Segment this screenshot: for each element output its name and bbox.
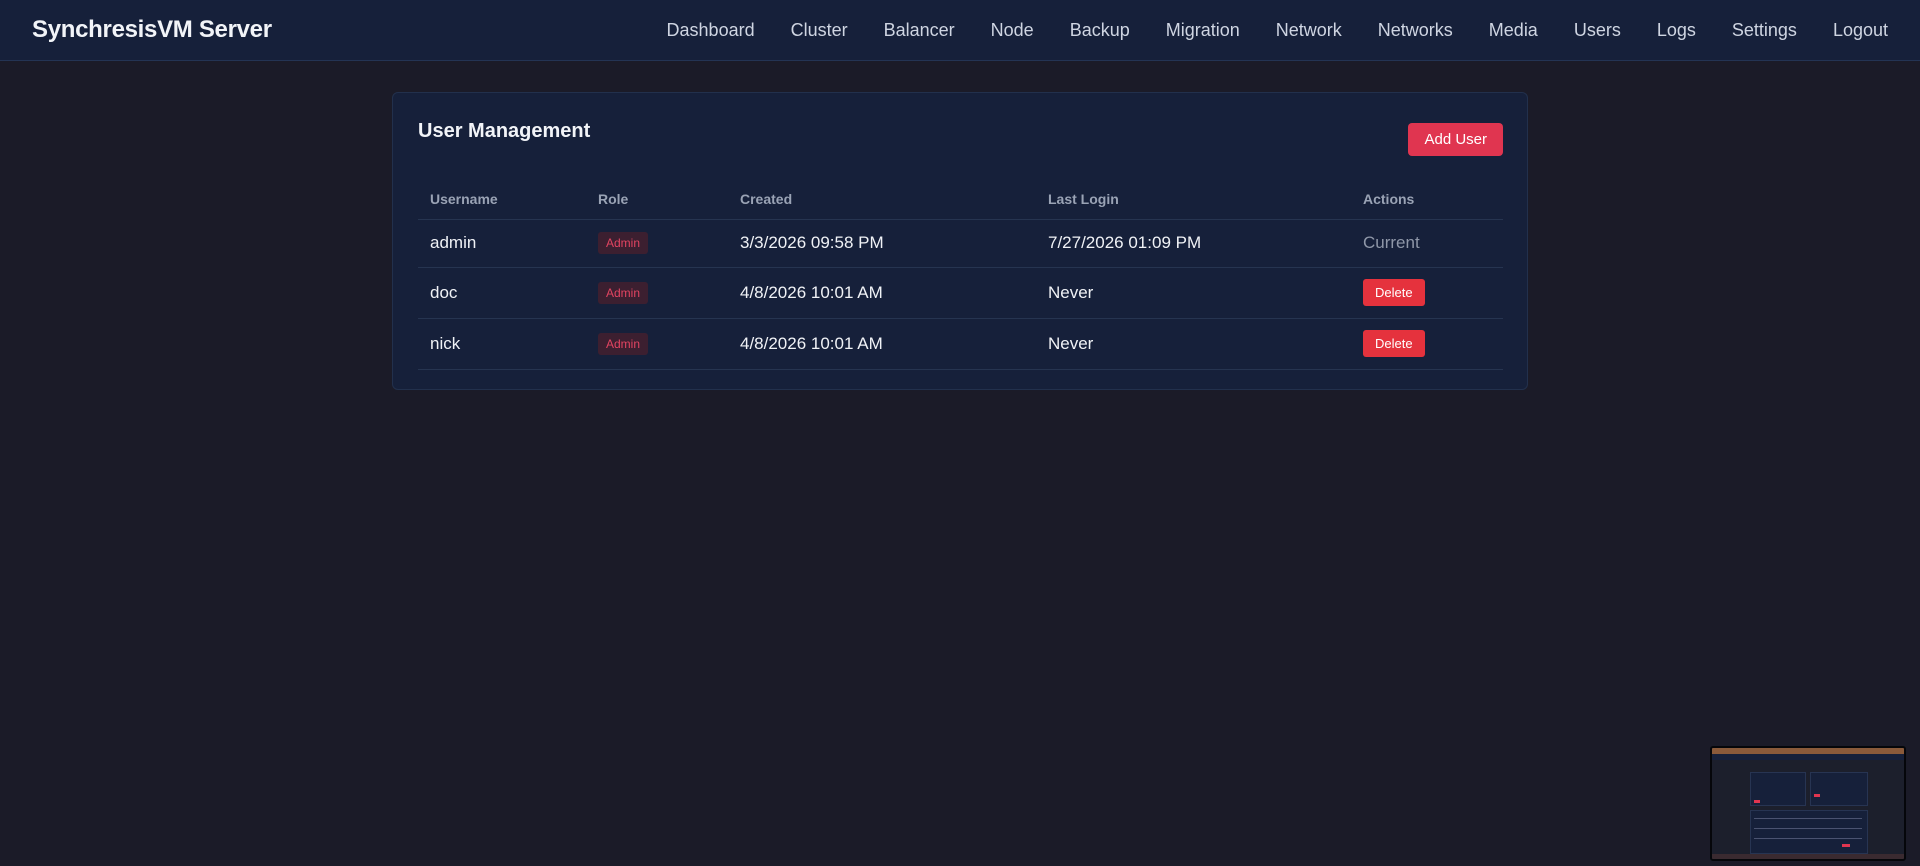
role-badge: Admin <box>598 281 649 304</box>
table-row: doc Admin 4/8/2026 10:01 AM Never Delete <box>418 267 1503 319</box>
username-cell: doc <box>418 267 586 319</box>
panel-title: User Management <box>418 120 591 142</box>
nav-logout[interactable]: Logout <box>1833 20 1888 41</box>
thumbnail-row <box>1754 828 1862 829</box>
last-login-cell: Never <box>1036 267 1351 319</box>
add-user-button[interactable]: Add User <box>1408 123 1503 156</box>
thumbnail-panel <box>1750 810 1868 854</box>
thumbnail-panel <box>1810 772 1868 806</box>
thumbnail-button <box>1754 800 1760 803</box>
role-badge: Admin <box>598 232 649 254</box>
role-cell: Admin <box>586 318 728 370</box>
nav-migration[interactable]: Migration <box>1166 20 1240 41</box>
thumbnail-dock <box>1712 854 1904 859</box>
thumbnail-navbar <box>1712 754 1904 760</box>
nav-backup[interactable]: Backup <box>1070 20 1130 41</box>
delete-user-button[interactable]: Delete <box>1363 330 1425 357</box>
nav-networks[interactable]: Networks <box>1378 20 1453 41</box>
panel-header: User Management Add User <box>418 117 1503 179</box>
username-cell: admin <box>418 219 586 268</box>
current-user-label: Current <box>1363 233 1420 252</box>
table-row: admin Admin 3/3/2026 09:58 PM 7/27/2026 … <box>418 219 1503 268</box>
nav-dashboard[interactable]: Dashboard <box>667 20 755 41</box>
nav-balancer[interactable]: Balancer <box>884 20 955 41</box>
last-login-cell: Never <box>1036 318 1351 370</box>
column-header-actions: Actions <box>1351 179 1503 220</box>
actions-cell: Delete <box>1351 267 1503 319</box>
brand-title[interactable]: SynchresisVM Server <box>32 16 272 44</box>
thumbnail-row <box>1754 838 1862 839</box>
thumbnail-button <box>1814 794 1820 797</box>
top-navbar: SynchresisVM Server Dashboard Cluster Ba… <box>0 0 1920 61</box>
users-table: Username Role Created Last Login Actions… <box>418 179 1503 370</box>
table-header-row: Username Role Created Last Login Actions <box>418 179 1503 220</box>
role-cell: Admin <box>586 267 728 319</box>
nav-network[interactable]: Network <box>1276 20 1342 41</box>
nav-users[interactable]: Users <box>1574 20 1621 41</box>
username-cell: nick <box>418 318 586 370</box>
actions-cell: Delete <box>1351 318 1503 370</box>
actions-cell: Current <box>1351 219 1503 268</box>
nav-logs[interactable]: Logs <box>1657 20 1696 41</box>
role-cell: Admin <box>586 219 728 268</box>
user-management-panel: User Management Add User Username Role C… <box>392 92 1528 390</box>
column-header-last-login: Last Login <box>1036 179 1351 220</box>
thumbnail-row <box>1754 818 1862 819</box>
column-header-created: Created <box>728 179 1036 220</box>
last-login-cell: 7/27/2026 01:09 PM <box>1036 219 1351 268</box>
table-row: nick Admin 4/8/2026 10:01 AM Never Delet… <box>418 318 1503 370</box>
created-cell: 4/8/2026 10:01 AM <box>728 318 1036 370</box>
nav-node[interactable]: Node <box>991 20 1034 41</box>
nav-settings[interactable]: Settings <box>1732 20 1797 41</box>
main-nav: Dashboard Cluster Balancer Node Backup M… <box>667 20 1888 41</box>
created-cell: 4/8/2026 10:01 AM <box>728 267 1036 319</box>
role-badge: Admin <box>598 332 649 355</box>
nav-media[interactable]: Media <box>1489 20 1538 41</box>
column-header-role: Role <box>586 179 728 220</box>
nav-cluster[interactable]: Cluster <box>791 20 848 41</box>
thumbnail-button <box>1842 844 1850 847</box>
created-cell: 3/3/2026 09:58 PM <box>728 219 1036 268</box>
window-thumbnail-preview[interactable] <box>1710 746 1906 861</box>
delete-user-button[interactable]: Delete <box>1363 279 1425 306</box>
column-header-username: Username <box>418 179 586 220</box>
